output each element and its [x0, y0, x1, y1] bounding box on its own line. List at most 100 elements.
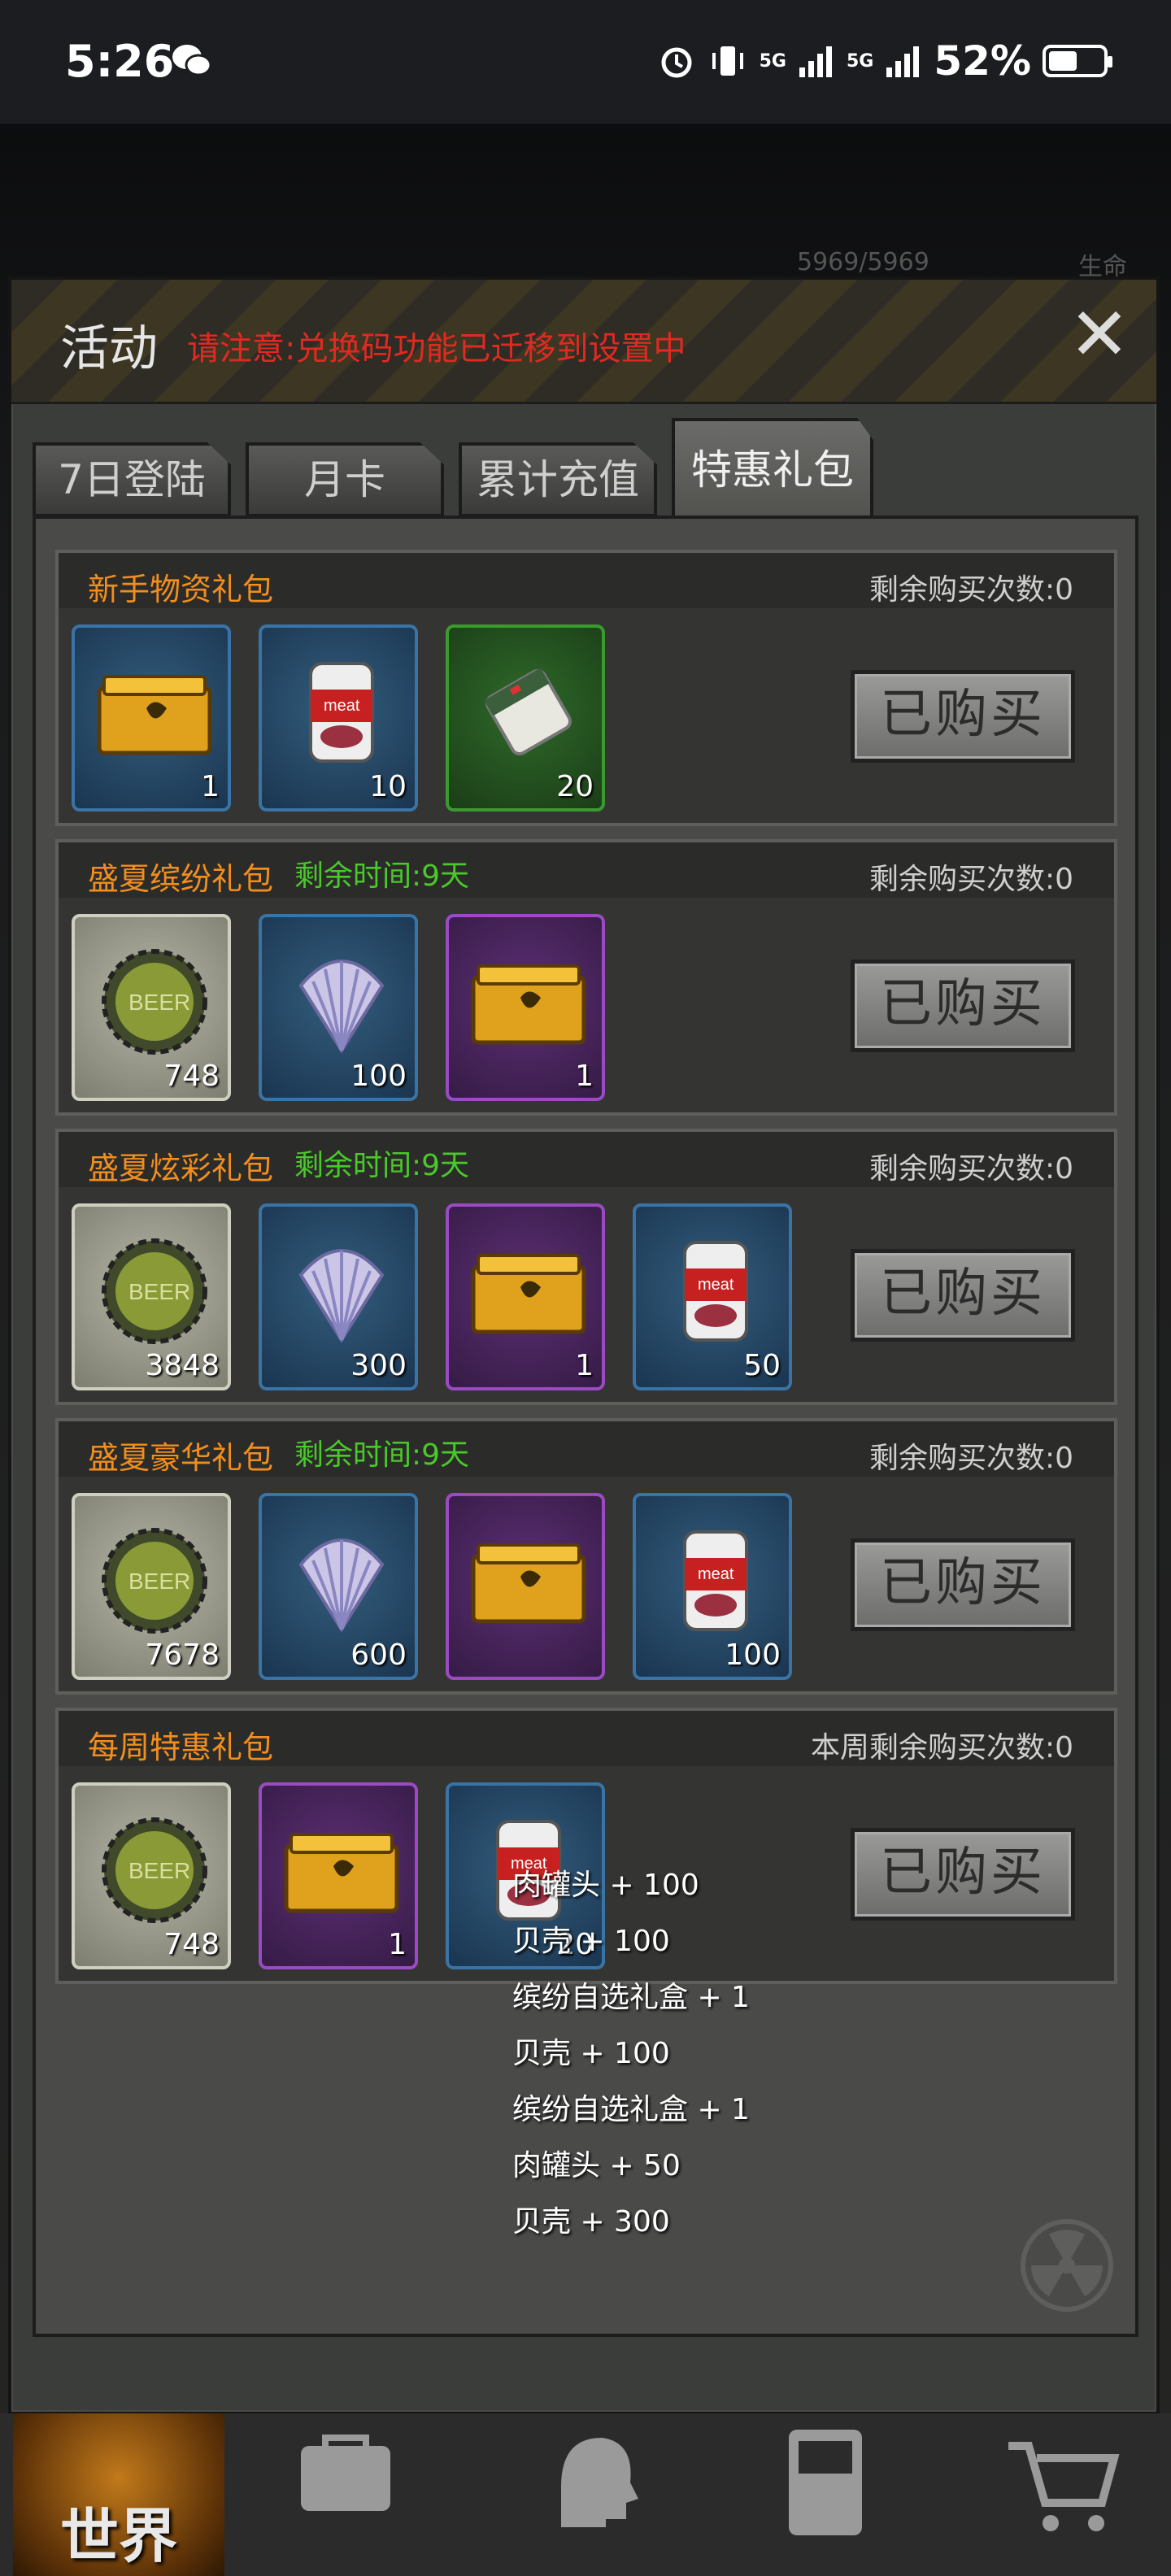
- hp-readout: 5969/5969: [797, 248, 929, 276]
- pack-remaining-purchases: 剩余购买次数:0: [868, 573, 1073, 607]
- reward-item[interactable]: meat 10: [259, 624, 418, 812]
- reward-item[interactable]: BEER 748: [72, 1782, 231, 1969]
- item-quantity: 100: [725, 1638, 781, 1672]
- pack-header: 盛夏炫彩礼包 剩余时间:9天 剩余购买次数:0: [59, 1132, 1114, 1187]
- reward-item[interactable]: 300: [259, 1203, 418, 1390]
- activity-panel: 活动 请注意:兑换码功能已迁移到设置中 ✕ 7日登陆 月卡 累计充值 特惠礼包 …: [8, 276, 1160, 2415]
- item-quantity: 1: [575, 1060, 594, 1093]
- item-quantity: 3848: [145, 1349, 220, 1382]
- bottle-cap-icon: BEER: [89, 1516, 220, 1646]
- redeem-code-notice: 请注意:兑换码功能已迁移到设置中: [187, 330, 686, 368]
- svg-text:BEER: BEER: [128, 1569, 190, 1594]
- shell-icon: [276, 937, 407, 1067]
- cart-icon[interactable]: [1000, 2422, 1122, 2543]
- pack-card: 盛夏豪华礼包 剩余时间:9天 剩余购买次数:0 BEER 7678 600 meat 100 已…: [55, 1418, 1117, 1695]
- item-quantity: 50: [743, 1349, 781, 1382]
- svg-text:BEER: BEER: [128, 990, 190, 1015]
- pack-remaining-purchases: 剩余购买次数:0: [868, 863, 1073, 896]
- nav-world[interactable]: 世界: [13, 2413, 224, 2576]
- panel-title: 活动: [60, 320, 158, 377]
- close-icon[interactable]: ✕: [1067, 298, 1132, 372]
- tab-7day-login[interactable]: 7日登陆: [33, 442, 231, 517]
- reward-item[interactable]: 20: [446, 624, 605, 812]
- backpack-icon[interactable]: [285, 2422, 407, 2543]
- item-quantity: 748: [163, 1060, 220, 1093]
- phone-icon[interactable]: [764, 2422, 886, 2543]
- network-5g-1: 5G: [759, 50, 786, 72]
- reward-item[interactable]: 1: [446, 914, 605, 1101]
- signal-icon: [799, 46, 832, 77]
- tooltip-line: 肉罐头 + 50: [512, 2149, 681, 2182]
- purchased-button[interactable]: 已购买: [851, 959, 1075, 1052]
- radiation-icon: [1021, 2219, 1113, 2312]
- pack-time-remaining: 剩余时间:9天: [294, 1149, 470, 1182]
- skills-head-icon[interactable]: [529, 2422, 651, 2543]
- gold-crate-icon: [89, 647, 220, 777]
- item-quantity: 7678: [145, 1638, 220, 1672]
- bottle-cap-icon: BEER: [89, 1805, 220, 1935]
- pack-name: 盛夏缤纷礼包: [88, 861, 274, 897]
- pack-contents-tooltip: 肉罐头 + 100 贝壳 + 100 缤纷自选礼盒 + 1 贝壳 + 100 缤纷自选礼…: [512, 1857, 750, 2250]
- reward-item[interactable]: BEER 7678: [72, 1493, 231, 1680]
- meat-can-icon: meat: [651, 1226, 781, 1356]
- shell-icon: [276, 1226, 407, 1356]
- reward-item[interactable]: meat 50: [633, 1203, 792, 1390]
- item-quantity: 10: [369, 770, 407, 803]
- purchased-button[interactable]: 已购买: [851, 1249, 1075, 1342]
- tab-cumulative-recharge[interactable]: 累计充值: [459, 442, 657, 517]
- pack-header: 盛夏缤纷礼包 剩余时间:9天 剩余购买次数:0: [59, 842, 1114, 898]
- reward-item[interactable]: meat 100: [633, 1493, 792, 1680]
- reward-item[interactable]: 1: [446, 1203, 605, 1390]
- item-quantity: 300: [350, 1349, 407, 1382]
- tooltip-line: 缤纷自选礼盒 + 1: [512, 2093, 750, 2126]
- pack-header: 盛夏豪华礼包 剩余时间:9天 剩余购买次数:0: [59, 1421, 1114, 1477]
- pack-name: 新手物资礼包: [88, 572, 274, 607]
- reward-item[interactable]: 100: [259, 914, 418, 1101]
- reward-item[interactable]: 1: [72, 624, 231, 812]
- svg-text:BEER: BEER: [128, 1279, 190, 1304]
- pack-card: 盛夏炫彩礼包 剩余时间:9天 剩余购买次数:0 BEER 3848 300 1 meat 50 已…: [55, 1129, 1117, 1405]
- nav-world-label: 世界: [59, 2502, 177, 2570]
- purchased-button[interactable]: 已购买: [851, 1538, 1075, 1631]
- pack-header: 每周特惠礼包 本周剩余购买次数:0: [59, 1711, 1114, 1766]
- gold-crate-icon: [464, 1226, 594, 1356]
- svg-text:meat: meat: [324, 697, 360, 715]
- tab-monthly-card[interactable]: 月卡: [246, 442, 444, 517]
- reward-item[interactable]: BEER 3848: [72, 1203, 231, 1390]
- gold-crate-icon: [464, 937, 594, 1067]
- item-quantity: 600: [350, 1638, 407, 1672]
- pack-name: 每周特惠礼包: [88, 1730, 274, 1765]
- tooltip-line: 贝壳 + 100: [512, 1925, 670, 1958]
- battery-percent: 52%: [934, 37, 1031, 85]
- purchased-button[interactable]: 已购买: [851, 670, 1075, 763]
- item-quantity: 1: [388, 1928, 407, 1961]
- reward-item[interactable]: BEER 748: [72, 914, 231, 1101]
- item-quantity: 1: [201, 770, 220, 803]
- network-5g-2: 5G: [846, 50, 874, 72]
- reward-item[interactable]: 600: [259, 1493, 418, 1680]
- bottom-nav: 世界: [0, 2413, 1171, 2576]
- tooltip-line: 贝壳 + 100: [512, 2037, 670, 2070]
- status-bar: 5:26 5G 5G 52%: [0, 0, 1171, 124]
- tab-special-packs[interactable]: 特惠礼包: [672, 418, 873, 519]
- alarm-icon: [661, 47, 692, 78]
- pack-card: 新手物资礼包 剩余购买次数:0 1 meat 10 20 已购买: [55, 550, 1117, 826]
- pack-time-remaining: 剩余时间:9天: [294, 1438, 470, 1472]
- signal-icon-2: [886, 46, 920, 77]
- svg-text:BEER: BEER: [128, 1858, 190, 1883]
- pack-card: 盛夏缤纷礼包 剩余时间:9天 剩余购买次数:0 BEER 748 100 1 已购买: [55, 839, 1117, 1116]
- battery-icon: [1043, 45, 1112, 77]
- tooltip-line: 缤纷自选礼盒 + 1: [512, 1981, 750, 2014]
- item-quantity: 748: [163, 1928, 220, 1961]
- reward-item[interactable]: 1: [259, 1782, 418, 1969]
- tooltip-line: 肉罐头 + 100: [512, 1869, 699, 1902]
- meat-can-icon: meat: [276, 647, 407, 777]
- item-quantity: 20: [556, 770, 594, 803]
- pack-time-remaining: 剩余时间:9天: [294, 859, 470, 893]
- tooltip-line: 贝壳 + 300: [512, 2205, 670, 2239]
- pack-remaining-purchases: 剩余购买次数:0: [868, 1442, 1073, 1475]
- status-time: 5:26: [65, 36, 175, 87]
- reward-item[interactable]: [446, 1493, 605, 1680]
- svg-text:meat: meat: [698, 1276, 734, 1294]
- purchased-button[interactable]: 已购买: [851, 1828, 1075, 1921]
